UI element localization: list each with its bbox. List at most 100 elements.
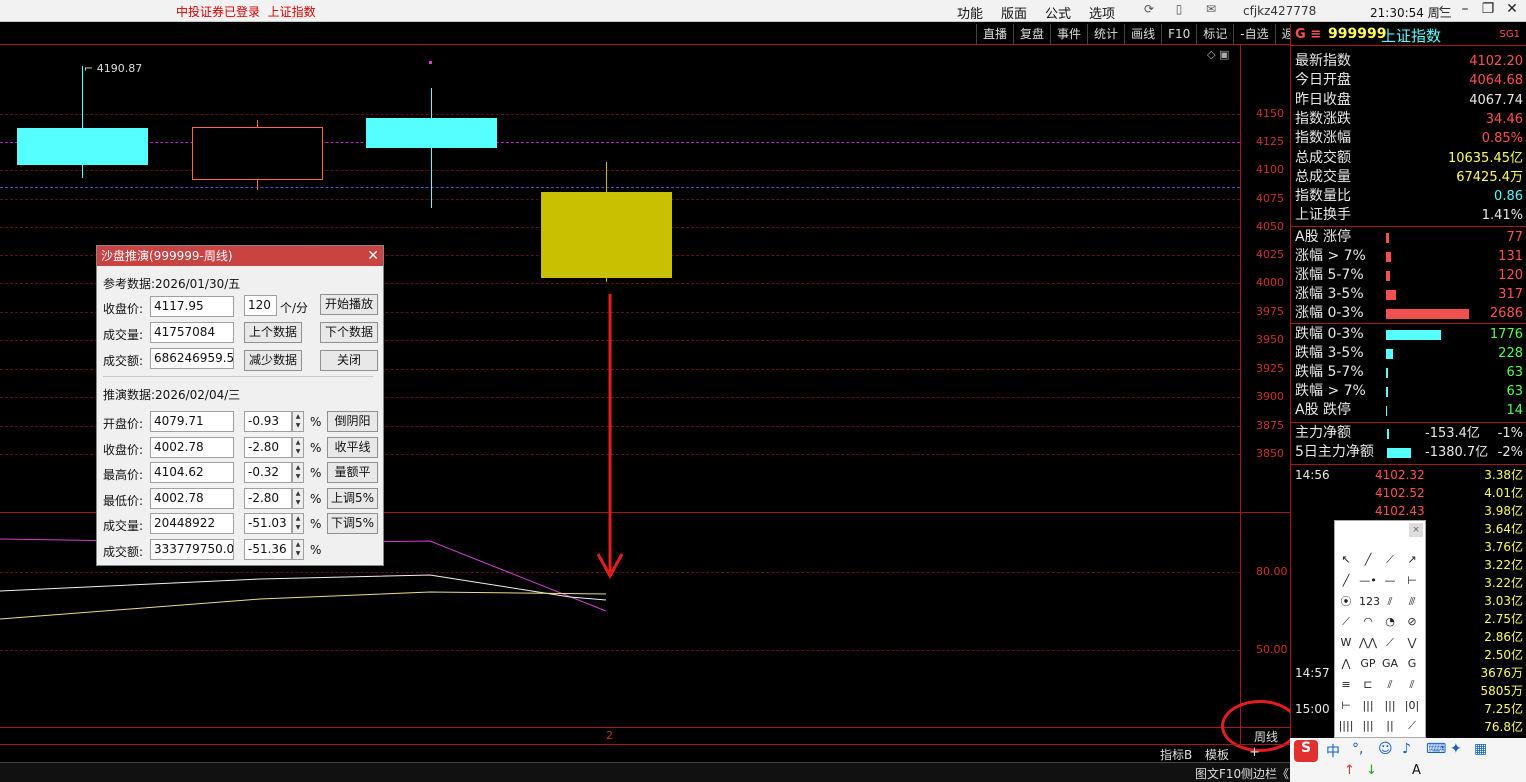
toolbar-replay[interactable]: 复盘	[1013, 24, 1050, 44]
tab-template[interactable]: 模板	[1205, 746, 1229, 763]
prev-data-button[interactable]: 上个数据	[244, 322, 302, 343]
draw-tool-icon[interactable]: ◠	[1359, 613, 1377, 631]
toolbar-mark[interactable]: 标记	[1196, 24, 1233, 44]
sim-row-stepper[interactable]: ▲ ▼	[292, 411, 304, 432]
draw-tool-icon[interactable]: ⫻	[1403, 593, 1421, 611]
draw-tool-icon[interactable]: ≡	[1337, 676, 1355, 694]
menu-function[interactable]: 功能	[957, 3, 983, 22]
close-icon[interactable]: ✕	[1501, 1, 1523, 21]
ime-up-icon[interactable]: ↑	[1344, 763, 1355, 778]
draw-tool-icon[interactable]: ⟋	[1337, 613, 1355, 631]
candle-bar[interactable]	[17, 128, 148, 165]
draw-tool-icon[interactable]: ||||	[1337, 717, 1355, 735]
reduce-data-button[interactable]: 减少数据	[244, 350, 302, 371]
sim-row-action-button[interactable]: 收平线	[327, 436, 378, 458]
draw-tool-icon[interactable]: |||	[1359, 697, 1377, 715]
draw-tool-icon[interactable]: ⊢	[1403, 572, 1421, 590]
status-f10[interactable]: 图文F10	[1195, 765, 1241, 782]
draw-tool-icon[interactable]: G	[1403, 655, 1421, 673]
draw-tool-icon[interactable]: ⋀⋀	[1359, 634, 1377, 652]
sim-row-pct-field[interactable]: -0.93	[244, 411, 292, 432]
draw-tool-icon[interactable]: ↖	[1337, 551, 1355, 569]
phone-icon[interactable]: ▯	[1171, 2, 1187, 18]
ime-logo-icon[interactable]: S	[1294, 740, 1318, 762]
draw-tool-icon[interactable]: 123	[1359, 593, 1380, 611]
toolbar-events[interactable]: 事件	[1050, 24, 1087, 44]
sim-row-pct-field[interactable]: -2.80	[244, 487, 292, 509]
draw-tool-icon[interactable]: ⊏	[1359, 676, 1377, 694]
ref-amount-field[interactable]: 686246959.57	[150, 348, 234, 369]
sim-row-value-field[interactable]: 333779750.09	[150, 538, 234, 560]
menu-options[interactable]: 选项	[1089, 3, 1115, 22]
draw-tool-icon[interactable]: ↗	[1403, 551, 1421, 569]
sim-row-value-field[interactable]: 4079.71	[150, 411, 234, 432]
dialog-close-icon[interactable]: ✕	[367, 246, 379, 266]
sim-row-action-button[interactable]: 下调5%	[327, 513, 378, 534]
minimize-icon[interactable]: –	[1454, 1, 1476, 21]
draw-tool-icon[interactable]: ||	[1381, 717, 1399, 735]
sidebar-toggle[interactable]: 侧边栏《	[1241, 765, 1289, 782]
draw-tool-icon[interactable]: |||	[1359, 717, 1377, 735]
speed-field[interactable]: 120	[244, 295, 277, 316]
sim-row-pct-field[interactable]: -51.03	[244, 513, 292, 534]
sim-row-value-field[interactable]: 4002.78	[150, 436, 234, 458]
ime-mode-icon[interactable]: 中	[1326, 741, 1340, 761]
sim-row-value-field[interactable]: 4002.78	[150, 487, 234, 509]
sim-row-pct-field[interactable]: -51.36	[244, 538, 292, 560]
draw-tool-icon[interactable]: GA	[1381, 655, 1399, 673]
sim-row-stepper[interactable]: ▲ ▼	[292, 487, 304, 509]
draw-tool-icon[interactable]: ◔	[1381, 613, 1399, 631]
ime-voice-icon[interactable]: ♪	[1402, 741, 1411, 757]
draw-tool-icon[interactable]: ⟋	[1381, 634, 1399, 652]
sim-row-value-field[interactable]: 20448922	[150, 513, 234, 534]
dialog-title-bar[interactable]: 沙盘推演(999999-周线) ✕	[97, 246, 383, 266]
ref-close-field[interactable]: 4117.95	[150, 296, 234, 317]
draw-tool-icon[interactable]: —	[1381, 572, 1399, 590]
draw-tool-icon[interactable]: W	[1337, 634, 1355, 652]
ref-volume-field[interactable]: 41757084	[150, 322, 234, 343]
draw-tool-icon[interactable]: ⊢	[1337, 697, 1355, 715]
sim-row-stepper[interactable]: ▲ ▼	[292, 513, 304, 534]
ime-a-icon[interactable]: A	[1412, 763, 1421, 778]
toolbar-live[interactable]: 直播	[976, 24, 1013, 44]
ime-skin-icon[interactable]: ✦	[1450, 741, 1462, 757]
draw-tool-icon[interactable]: ⫽	[1381, 593, 1399, 611]
capital-flow-row[interactable]: 5日主力净额 -1380.7亿 -2%	[1295, 443, 1523, 462]
sim-row-stepper[interactable]: ▲ ▼	[292, 538, 304, 560]
sim-row-pct-field[interactable]: -0.32	[244, 462, 292, 483]
draw-tool-icon[interactable]: ⋀	[1337, 655, 1355, 673]
sim-row-pct-field[interactable]: -2.80	[244, 436, 292, 458]
toolbar-remove-watch[interactable]: -自选	[1233, 24, 1274, 44]
stock-name[interactable]: 上证指数	[1381, 25, 1441, 46]
mail-icon[interactable]: ✉	[1203, 2, 1219, 18]
ime-grid-icon[interactable]: ▦	[1474, 741, 1487, 757]
ime-emoji-icon[interactable]: ☺	[1378, 741, 1393, 757]
sync-icon[interactable]: ⟳	[1141, 2, 1157, 18]
draw-tool-icon[interactable]: ⊘	[1403, 613, 1421, 631]
ime-keyboard-icon[interactable]: ⌨	[1426, 741, 1446, 757]
back-icon[interactable]: ‹	[1430, 1, 1452, 21]
draw-tool-icon[interactable]: ⫽	[1403, 676, 1421, 694]
ime-punct-icon[interactable]: °,	[1352, 741, 1363, 757]
draw-tool-icon[interactable]: |0|	[1403, 697, 1421, 715]
sim-row-value-field[interactable]: 4104.62	[150, 462, 234, 483]
draw-tool-icon[interactable]: —•	[1359, 572, 1377, 590]
draw-tool-icon[interactable]: ⋁	[1403, 634, 1421, 652]
draw-tool-icon[interactable]: ╱	[1337, 572, 1355, 590]
toolbar-f10[interactable]: F10	[1161, 24, 1196, 44]
candle-bar[interactable]	[192, 127, 323, 180]
draw-tool-icon[interactable]: ╱	[1359, 551, 1377, 569]
add-icon[interactable]: +	[1249, 745, 1260, 760]
draw-tool-icon[interactable]: |||	[1381, 697, 1399, 715]
draw-tool-icon[interactable]: ⫽	[1381, 676, 1399, 694]
draw-tool-icon[interactable]: GP	[1359, 655, 1377, 673]
candle-bar[interactable]	[366, 118, 497, 148]
start-play-button[interactable]: 开始播放	[320, 294, 378, 315]
menu-layout[interactable]: 版面	[1001, 3, 1027, 22]
draw-tool-icon[interactable]: ⟋	[1403, 717, 1421, 735]
close-dialog-button[interactable]: 关闭	[320, 350, 378, 371]
sim-row-stepper[interactable]: ▲ ▼	[292, 436, 304, 458]
next-data-button[interactable]: 下个数据	[320, 322, 378, 343]
chart-settings-icon[interactable]: ◇ ▣	[1207, 48, 1229, 61]
toolbar-draw[interactable]: 画线	[1124, 24, 1161, 44]
